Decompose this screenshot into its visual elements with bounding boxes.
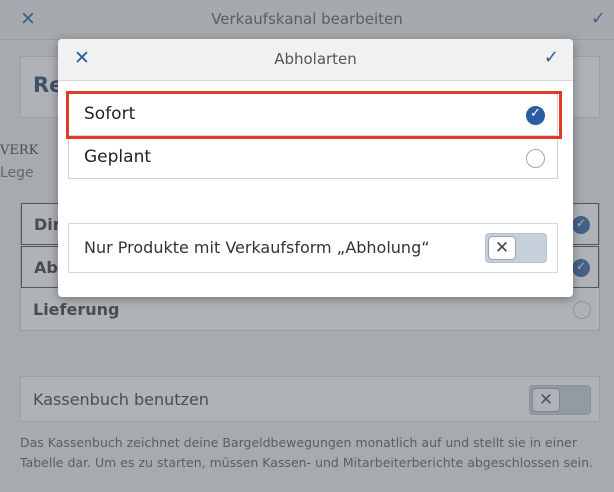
option-sofort[interactable]: Sofort bbox=[69, 94, 557, 136]
option-geplant[interactable]: Geplant bbox=[69, 137, 557, 179]
dialog-header: ✕ Abholarten ✓ bbox=[58, 39, 573, 81]
confirm-check-icon[interactable]: ✓ bbox=[544, 47, 559, 68]
option-label: Geplant bbox=[84, 147, 152, 167]
pickup-only-products-row: Nur Produkte mit Verkaufsform „Abholung“… bbox=[68, 223, 558, 273]
dialog-title: Abholarten bbox=[274, 50, 357, 68]
option-label: Sofort bbox=[84, 104, 136, 124]
toggle-off-icon: ✕ bbox=[488, 236, 516, 260]
radio-unchecked-icon bbox=[526, 149, 545, 168]
pickup-only-label: Nur Produkte mit Verkaufsform „Abholung“ bbox=[84, 238, 430, 257]
radio-checked-icon bbox=[526, 106, 545, 125]
pickup-option-list: Sofort Geplant bbox=[68, 93, 558, 179]
pickup-types-dialog: ✕ Abholarten ✓ Sofort Geplant Nur Produk… bbox=[58, 39, 573, 297]
pickup-only-toggle[interactable]: ✕ bbox=[485, 233, 547, 263]
